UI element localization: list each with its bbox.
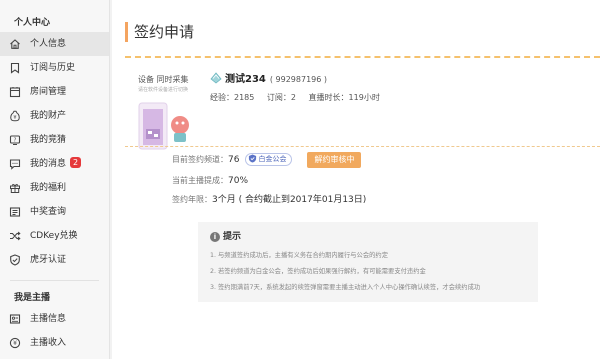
shuffle-icon (9, 230, 21, 242)
streamer-id: ( 992987196 ) (269, 75, 328, 84)
sidebar-item-my-messages[interactable]: 我的消息 2 (0, 152, 109, 176)
device-capture-subtitle: 请在软件设备进行切换 (138, 87, 189, 93)
sidebar-item-streamer-income[interactable]: ¥ 主播收入 (0, 331, 109, 355)
contract-channel-value: 76 (228, 155, 240, 165)
streamer-subscriptions: 订阅：2 (266, 93, 296, 102)
sidebar-item-room-management[interactable]: 房间管理 (0, 80, 109, 104)
tips-box: i 提示 1. 与频道签约成功后，主播有义务在合约期内履行与公会的约定 2. 若签… (198, 222, 538, 302)
sidebar-item-my-benefits[interactable]: 我的福利 (0, 176, 109, 200)
sidebar-item-personal-info[interactable]: 个人信息 (0, 32, 109, 56)
sidebar-item-label: 主播收入 (30, 338, 67, 348)
sidebar-item-label: 中奖查询 (30, 207, 67, 217)
device-capture-card: 设备 同时采集 请在软件设备进行切换 (138, 74, 198, 156)
svg-text:¥: ¥ (13, 340, 17, 347)
sidebar-item-my-quiz[interactable]: ? 我的竞猜 (0, 128, 109, 152)
contract-share-row: 当前主播提成：70% (172, 173, 248, 189)
tips-item: 2. 若签约频道为白金公会，签约成功后如果强行解约，有可能需要支付违约金 (210, 268, 426, 275)
sidebar-item-label: 我的财产 (30, 111, 67, 121)
sidebar-item-cdkey-redeem[interactable]: CDKey兑换 (0, 224, 109, 248)
message-icon (9, 158, 21, 170)
sidebar-item-streamer-info[interactable]: 主播信息 (0, 307, 109, 331)
info-icon: i (210, 232, 220, 242)
anchor-info-icon (9, 313, 21, 325)
streamer-duration: 直播时长：119小时 (308, 93, 380, 102)
device-capture-title: 设备 同时采集 (138, 75, 189, 84)
svg-text:?: ? (14, 138, 17, 144)
shield-check-icon (9, 254, 21, 266)
sidebar-item-subscriptions-history[interactable]: 订阅与历史 (0, 56, 109, 80)
dashed-divider-bottom (125, 146, 600, 147)
sidebar-item-label: 我的福利 (30, 183, 67, 193)
sidebar-item-label: 房间管理 (30, 87, 67, 97)
guild-badge-label: 白金公会 (258, 155, 287, 163)
contract-share-value: 70% (228, 176, 249, 186)
contract-share-label: 当前主播提成： (172, 176, 228, 185)
sidebar-section-personal-center: 个人中心 (14, 18, 51, 28)
termination-review-button[interactable]: 解约审核中 (307, 152, 362, 168)
contract-channel-label: 目前签约频道： (172, 155, 228, 164)
income-icon: ¥ (9, 337, 21, 349)
dashed-divider-top (125, 56, 600, 58)
tips-item: 3. 签约期满前7天，系统发起的续签弹窗需要主播主动进入个人中心操作确认续签，才… (210, 284, 481, 291)
contract-channel-row: 目前签约频道：76 白金公会 解约审核中 (172, 152, 362, 168)
sidebar-section-streamer: 我是主播 (14, 293, 51, 303)
ticket-icon (9, 206, 21, 218)
sidebar-item-label: 虎牙认证 (30, 255, 67, 265)
streamer-level-icon (210, 72, 222, 84)
contract-term-value: 3个月 ( 合约截止到2017年01月13日) (212, 195, 367, 205)
contract-term-row: 签约年限：3个月 ( 合约截止到2017年01月13日) (172, 192, 366, 208)
sidebar-item-huya-verification[interactable]: 虎牙认证 (0, 248, 109, 272)
main-panel: 签约申请 设备 同时采集 请在软件设备进行切换 测试234( 992987196… (112, 0, 600, 359)
tips-list: 1. 与频道签约成功后，主播有义务在合约期内履行与公会的约定 2. 若签约频道为… (210, 248, 538, 296)
sidebar: 个人中心 个人信息 订阅与历史 房间管理 ¥ 我的财产 ? 我的竞猜 我的消息 2 (0, 0, 110, 359)
sidebar-item-label: 个人信息 (30, 39, 67, 49)
streamer-name: 测试234 (225, 74, 266, 85)
gift-icon (9, 182, 21, 194)
sidebar-item-label: 订阅与历史 (30, 63, 76, 73)
contract-term-label: 签约年限： (172, 195, 212, 204)
home-icon (9, 38, 21, 50)
sidebar-item-label: 主播信息 (30, 314, 67, 324)
sidebar-item-label: CDKey兑换 (30, 231, 78, 241)
page-title: 签约申请 (125, 22, 194, 42)
platinum-guild-badge: 白金公会 (245, 153, 293, 166)
sidebar-item-label: 我的竞猜 (30, 135, 67, 145)
streamer-exp: 经验：2185 (210, 93, 255, 102)
room-icon (9, 86, 21, 98)
sidebar-item-my-assets[interactable]: ¥ 我的财产 (0, 104, 109, 128)
money-bag-icon: ¥ (9, 110, 21, 122)
sidebar-divider (10, 280, 99, 281)
sidebar-item-label: 我的消息 (30, 159, 67, 169)
tips-title: 提示 (223, 232, 242, 242)
bookmark-icon (9, 62, 21, 74)
streamer-summary: 测试234( 992987196 ) 经验：2185 订阅：2 直播时长：119… (210, 72, 390, 103)
sidebar-item-prize-lookup[interactable]: 中奖查询 (0, 200, 109, 224)
quiz-icon: ? (9, 134, 21, 146)
svg-text:¥: ¥ (13, 115, 16, 121)
unread-count-badge: 2 (70, 157, 82, 168)
device-illustration (138, 99, 198, 156)
tips-item: 1. 与频道签约成功后，主播有义务在合约期内履行与公会的约定 (210, 252, 389, 259)
